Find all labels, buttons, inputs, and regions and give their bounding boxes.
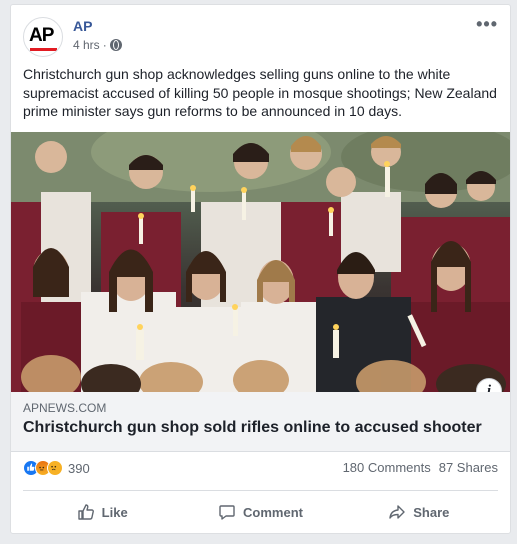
more-options-icon[interactable]: ••• [476, 15, 498, 33]
like-button[interactable]: Like [23, 495, 181, 529]
page-name-link[interactable]: AP [73, 18, 92, 34]
post-card: AP AP 4 hrs · ••• Christchurch gun shop … [10, 4, 511, 534]
link-domain: APNEWS.COM [23, 401, 107, 415]
post-actions: Like Comment Share [23, 495, 498, 529]
sad-reaction-icon [47, 460, 63, 476]
shares-count[interactable]: 87 Shares [439, 460, 498, 475]
link-title[interactable]: Christchurch gun shop sold rifles online… [23, 419, 482, 437]
post-meta: 4 hrs · [73, 38, 122, 52]
avatar-logo-text: AP [29, 25, 54, 46]
globe-icon[interactable] [109, 39, 122, 51]
link-preview-caption[interactable]: APNEWS.COM Christchurch gun shop sold ri… [11, 392, 510, 452]
engagement-counts: 180 Comments 87 Shares [343, 460, 498, 475]
comment-label: Comment [243, 504, 303, 520]
avatar-logo-bar [30, 48, 57, 51]
reaction-count: 390 [68, 460, 90, 476]
post-header: AP AP 4 hrs · ••• [23, 15, 498, 59]
comments-count[interactable]: 180 Comments [343, 460, 431, 475]
actions-divider [23, 490, 498, 491]
share-label: Share [413, 504, 450, 520]
post-stats: 390 180 Comments 87 Shares [23, 460, 498, 480]
comment-button[interactable]: Comment [181, 495, 339, 529]
thumbs-up-icon [77, 504, 94, 520]
crowd-photo [11, 132, 510, 392]
share-arrow-icon [389, 505, 405, 519]
share-button[interactable]: Share [340, 495, 498, 529]
meta-separator: · [102, 38, 107, 52]
reactions-summary[interactable]: 390 [23, 460, 90, 476]
page-avatar[interactable]: AP [23, 17, 63, 57]
link-preview-image[interactable]: i [11, 132, 510, 392]
post-timestamp[interactable]: 4 hrs [73, 38, 100, 52]
like-label: Like [101, 504, 128, 520]
post-text: Christchurch gun shop acknowledges selli… [23, 66, 497, 119]
comment-icon [219, 505, 235, 520]
